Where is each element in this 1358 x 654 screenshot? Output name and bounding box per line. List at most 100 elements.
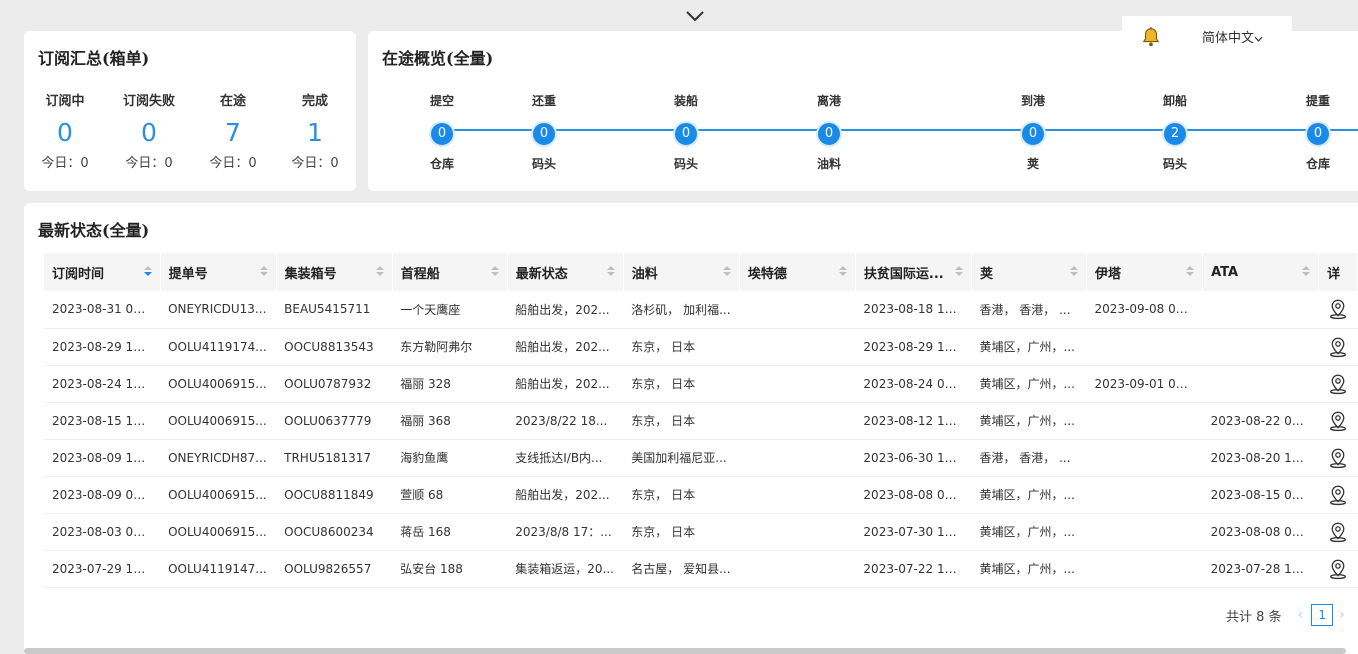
summary-failed[interactable]: 订阅失败 0 今日：0: [108, 93, 190, 173]
sort-icon[interactable]: [722, 266, 731, 278]
sort-icon[interactable]: [1186, 266, 1195, 278]
node-location: 码头: [531, 157, 556, 171]
column-header[interactable]: 埃特德: [739, 253, 856, 291]
table-cell: [739, 513, 856, 551]
location-pin-icon[interactable]: [1327, 337, 1349, 357]
table-cell: 船舶出发，202...: [507, 291, 624, 329]
collapse-chevron-icon[interactable]: [684, 8, 706, 24]
table-row[interactable]: 2023-07-29 11:... OOLU4119147... OOLU98265…: [44, 550, 1358, 588]
table-row[interactable]: 2023-08-09 09:... OOLU4006915... OOCU88118…: [44, 476, 1358, 514]
detail-cell: [1318, 513, 1358, 551]
column-header[interactable]: 订阅时间: [44, 253, 161, 291]
sort-icon[interactable]: [490, 266, 499, 278]
sort-icon[interactable]: [954, 266, 963, 278]
detail-cell: [1318, 365, 1358, 403]
table-cell: 2023-07-30 15:...: [855, 513, 972, 551]
table-cell: 2023-09-08 05:...: [1086, 291, 1203, 329]
column-header[interactable]: 最新状态: [507, 253, 624, 291]
sort-icon[interactable]: [375, 266, 384, 278]
table-row[interactable]: 2023-08-29 17:... OOLU4119174... OOCU88135…: [44, 328, 1358, 366]
subscription-summary-card: 订阅汇总(箱单) 订阅中 0 今日：0 订阅失败 0 今日：0 在途 7 今日：…: [24, 31, 356, 191]
sort-icon[interactable]: [838, 266, 847, 278]
node-label: 离港: [816, 94, 841, 108]
node-count: 0: [429, 121, 455, 147]
table-cell: [1202, 291, 1319, 329]
table-row[interactable]: 2023-08-31 08:... ONEYRICDU13... BEAU54157…: [44, 291, 1358, 329]
timeline-node-loading[interactable]: 装船 0 码头: [646, 93, 726, 172]
node-label: 提空: [429, 94, 454, 108]
location-pin-icon[interactable]: [1327, 559, 1349, 579]
table-cell: 黄埔区，广州，...: [971, 365, 1087, 403]
column-header: 详: [1318, 253, 1358, 291]
table-cell: 2023-08-09 09:...: [44, 476, 161, 514]
column-header[interactable]: 扶贫国际运...: [855, 253, 972, 291]
table-cell: 黄埔区，广州，...: [971, 328, 1087, 366]
column-header[interactable]: 油料: [623, 253, 740, 291]
sort-icon[interactable]: [259, 266, 268, 278]
node-count: 0: [673, 121, 699, 147]
timeline-node-pickup-empty[interactable]: 提空 0 仓库: [402, 93, 482, 172]
node-location: 码头: [673, 157, 698, 171]
table-cell: 蒋岳 168: [392, 513, 508, 551]
table-cell: 2023-08-24 05:...: [855, 365, 972, 403]
summary-subscribing[interactable]: 订阅中 0 今日：0: [24, 93, 106, 173]
sort-icon[interactable]: [1302, 266, 1311, 278]
sort-icon[interactable]: [1070, 266, 1079, 278]
timeline-node-return-full[interactable]: 还重 0 码头: [504, 93, 584, 172]
timeline-node-pickup-full[interactable]: 提重 0 仓库: [1278, 93, 1358, 172]
table-cell: 船舶出发，202...: [507, 328, 624, 366]
table-header-row: 订阅时间 提单号 集装箱号 首程船 最新状态 油料 埃特德 扶贫国际运... 荚…: [44, 253, 1358, 291]
summary-value: 0: [57, 118, 73, 147]
table-cell: ONEYRICDH87...: [160, 439, 277, 477]
table-row[interactable]: 2023-08-09 13:... ONEYRICDH87... TRHU51813…: [44, 439, 1358, 477]
table-cell: 2023-07-29 11:...: [44, 550, 161, 588]
table-cell: 2023/8/22 18...: [507, 402, 624, 440]
node-count: 0: [1305, 121, 1331, 147]
column-header[interactable]: 荚: [971, 253, 1088, 291]
page-number-button[interactable]: 1: [1311, 604, 1334, 626]
summary-in-transit[interactable]: 在途 7 今日：0: [192, 93, 274, 173]
table-cell: [1086, 402, 1203, 440]
summary-label: 订阅失败: [122, 94, 175, 109]
sort-icon[interactable]: [606, 266, 615, 278]
node-location: 仓库: [429, 157, 454, 171]
node-label: 到港: [1020, 94, 1045, 108]
table-row[interactable]: 2023-08-15 15:... OOLU4006915... OOLU06377…: [44, 402, 1358, 440]
column-header[interactable]: 提单号: [160, 253, 277, 291]
horizontal-scrollbar[interactable]: [24, 648, 1346, 654]
timeline-node-arrival[interactable]: 到港 0 荚: [993, 93, 1073, 172]
table-cell: [739, 476, 856, 514]
table-cell: [1086, 476, 1203, 514]
prev-page-button[interactable]: ‹: [1298, 607, 1304, 623]
summary-completed[interactable]: 完成 1 今日：0: [274, 93, 356, 173]
timeline-node-discharge[interactable]: 卸船 2 码头: [1135, 93, 1215, 172]
table-cell: [739, 439, 856, 477]
summary-label: 订阅中: [45, 94, 85, 109]
column-header[interactable]: ATA: [1202, 253, 1320, 291]
next-page-button[interactable]: ›: [1339, 607, 1345, 623]
table-cell: 东京， 日本: [623, 402, 740, 440]
table-cell: ONEYRICDU13...: [160, 291, 277, 329]
column-header[interactable]: 伊塔: [1086, 253, 1204, 291]
sort-icon[interactable]: [143, 266, 152, 278]
location-pin-icon[interactable]: [1327, 374, 1349, 394]
table-row[interactable]: 2023-08-24 10:... OOLU4006915... OOLU07879…: [44, 365, 1358, 403]
table-cell: [739, 328, 856, 366]
column-header[interactable]: 首程船: [392, 253, 508, 291]
table-row[interactable]: 2023-08-03 09:... OOLU4006915... OOCU86002…: [44, 513, 1358, 551]
location-pin-icon[interactable]: [1327, 411, 1349, 431]
timeline-node-departure[interactable]: 离港 0 油料: [789, 93, 869, 172]
language-select[interactable]: 简体中文: [1202, 27, 1263, 46]
column-header[interactable]: 集装箱号: [276, 253, 393, 291]
detail-cell: [1318, 328, 1358, 366]
location-pin-icon[interactable]: [1327, 522, 1349, 542]
location-pin-icon[interactable]: [1327, 485, 1349, 505]
location-pin-icon[interactable]: [1327, 299, 1349, 320]
table-cell: BEAU5415711: [276, 291, 393, 329]
node-label: 还重: [531, 94, 556, 108]
bell-icon[interactable]: [1140, 26, 1162, 48]
latest-status-card: 最新状态(全量) 订阅时间 提单号 集装箱号 首程船 最新状态 油料 埃特德 扶…: [24, 203, 1358, 654]
table-body: 2023-08-31 08:... ONEYRICDU13... BEAU54157…: [44, 291, 1358, 588]
location-pin-icon[interactable]: [1327, 448, 1349, 468]
node-label: 卸船: [1162, 94, 1187, 108]
